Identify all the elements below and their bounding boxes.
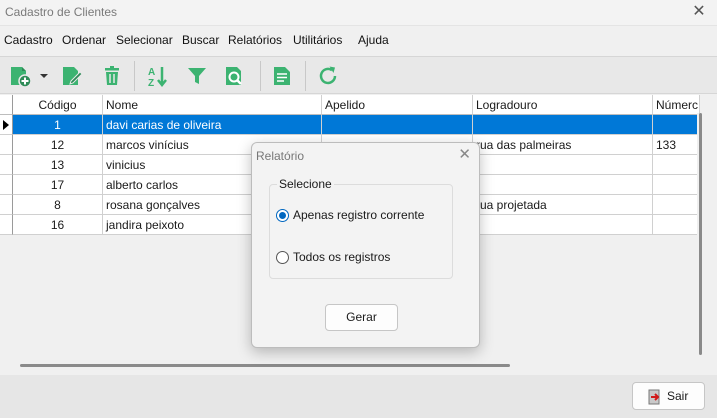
cell-logradouro[interactable] (473, 115, 653, 135)
radio-unselected-icon[interactable] (276, 251, 289, 264)
filter-icon[interactable] (185, 64, 209, 88)
menu-selecionar[interactable]: Selecionar (116, 33, 173, 47)
toolbar-separator (134, 61, 135, 91)
close-icon[interactable]: ✕ (689, 2, 709, 22)
header-indicator (0, 95, 13, 115)
cell-codigo[interactable]: 12 (13, 135, 103, 155)
cell-logradouro[interactable] (473, 175, 653, 195)
cell-numero[interactable] (653, 215, 700, 235)
window-title: Cadastro de Clientes (5, 5, 118, 19)
row-indicator (0, 215, 13, 235)
group-label: Selecione (277, 177, 334, 191)
cell-codigo[interactable]: 1 (13, 115, 103, 135)
exit-button[interactable]: Sair (632, 382, 705, 410)
cell-logradouro[interactable]: rua projetada (473, 195, 653, 215)
bottom-bar: Sair (0, 375, 717, 418)
cell-codigo[interactable]: 13 (13, 155, 103, 175)
cell-logradouro[interactable]: rua das palmeiras (473, 135, 653, 155)
vertical-scroll-thumb[interactable] (699, 113, 702, 355)
search-icon[interactable] (222, 64, 246, 88)
add-record-icon[interactable] (8, 64, 32, 88)
cell-logradouro[interactable] (473, 155, 653, 175)
svg-text:Z: Z (148, 78, 154, 88)
menu-ajuda[interactable]: Ajuda (358, 33, 389, 47)
column-header-codigo[interactable]: Código (13, 95, 103, 115)
cell-numero[interactable] (653, 175, 700, 195)
cell-logradouro[interactable] (473, 215, 653, 235)
cell-numero[interactable] (653, 195, 700, 215)
column-header-logradouro[interactable]: Logradouro (473, 95, 653, 115)
report-icon[interactable] (270, 64, 294, 88)
dialog-title: Relatório (256, 149, 305, 163)
row-indicator (0, 135, 13, 155)
menu-utilitarios[interactable]: Utilitários (293, 33, 342, 47)
menu-ordenar[interactable]: Ordenar (62, 33, 106, 47)
refresh-icon[interactable] (316, 64, 340, 88)
sort-icon[interactable]: AZ (146, 64, 170, 89)
dropdown-arrow-icon[interactable] (38, 64, 50, 88)
menu-buscar[interactable]: Buscar (182, 33, 219, 47)
generate-button[interactable]: Gerar (325, 304, 398, 331)
cell-codigo[interactable]: 16 (13, 215, 103, 235)
menu-cadastro[interactable]: Cadastro (4, 33, 53, 47)
column-header-numero[interactable]: Númerc (653, 95, 700, 115)
vertical-scrollbar[interactable] (697, 113, 705, 356)
column-header-nome[interactable]: Nome (103, 95, 322, 115)
radio-label: Todos os registros (293, 250, 391, 264)
grid-header: Código Nome Apelido Logradouro Númerc (0, 95, 700, 115)
option-group (269, 184, 453, 279)
radio-label: Apenas registro corrente (293, 208, 425, 222)
menu-bar: Cadastro Ordenar Selecionar Buscar Relat… (0, 30, 717, 52)
horizontal-scrollbar[interactable] (20, 364, 510, 367)
cell-numero[interactable] (653, 155, 700, 175)
cell-apelido[interactable] (322, 115, 473, 135)
cell-codigo[interactable]: 8 (13, 195, 103, 215)
svg-text:A: A (148, 67, 155, 78)
row-indicator (0, 155, 13, 175)
toolbar-separator (260, 61, 261, 91)
row-indicator (0, 175, 13, 195)
toolbar-separator (305, 61, 306, 91)
cell-codigo[interactable]: 17 (13, 175, 103, 195)
row-indicator-icon (0, 115, 13, 135)
table-row[interactable]: 1 davi carias de oliveira (0, 115, 700, 135)
cell-numero[interactable] (653, 115, 700, 135)
delete-icon[interactable] (100, 64, 124, 88)
dialog-close-icon[interactable]: ✕ (458, 145, 471, 163)
menu-relatorios[interactable]: Relatórios (228, 33, 282, 47)
report-dialog: Relatório ✕ Selecione Apenas registro co… (251, 142, 480, 348)
cell-numero[interactable]: 133 (653, 135, 700, 155)
exit-label: Sair (667, 389, 689, 403)
exit-door-icon (646, 389, 662, 405)
column-header-apelido[interactable]: Apelido (322, 95, 473, 115)
toolbar: AZ (0, 56, 717, 94)
cell-nome[interactable]: davi carias de oliveira (103, 115, 322, 135)
radio-selected-icon[interactable] (276, 209, 289, 222)
edit-icon[interactable] (60, 64, 84, 88)
row-indicator (0, 195, 13, 215)
title-bar: Cadastro de Clientes ✕ (0, 0, 717, 26)
